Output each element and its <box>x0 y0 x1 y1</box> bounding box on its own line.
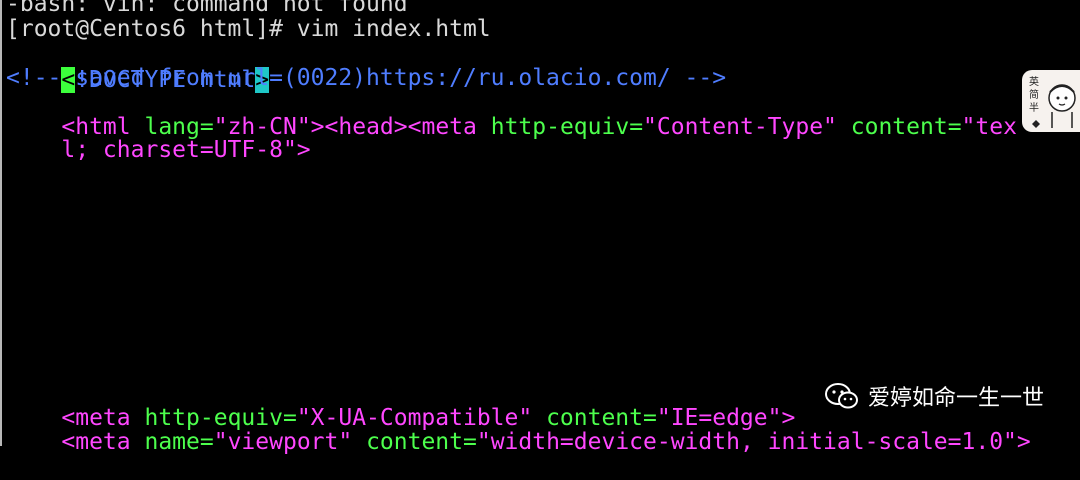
meta-attr-content: content= <box>352 429 477 455</box>
meta-value-content-start: "tex <box>961 114 1017 140</box>
code-line-wrapped: l; charset=UTF-8"> <box>6 113 310 163</box>
meta-value-content-end: l; charset=UTF-8" <box>61 137 297 163</box>
meta-value-viewport: "viewport" <box>213 429 353 455</box>
wechat-icon <box>824 381 860 411</box>
terminal-line-error: -bash: vin: command not found <box>6 0 408 17</box>
wechat-watermark: 爱婷如命一生一世 <box>824 381 1044 411</box>
head-tag: <head> <box>324 114 408 140</box>
meta-tag-close: > <box>1016 429 1031 455</box>
code-line-comment: <!-- saved from url=(0022)https://ru.ola… <box>6 65 727 91</box>
terminal-line-prompt: [root@Centos6 html]# vim index.html <box>6 16 491 42</box>
html-tag-close: > <box>310 114 325 140</box>
cartoon-face-icon <box>1032 84 1076 128</box>
code-line-html: <html lang="zh-CN"><head><meta http-equi… <box>6 90 1017 140</box>
meta-tag-open: <meta <box>407 114 491 140</box>
meta-tag-close: > <box>296 137 311 163</box>
meta-value-width: "width=device-width, initial-scale=1.0" <box>476 429 1017 455</box>
meta-value-content-type: "Content-Type" <box>643 114 837 140</box>
meta-attr-name: name= <box>144 429 214 455</box>
code-line-ua-compatible: <meta http-equiv="X-UA-Compatible" conte… <box>6 381 795 431</box>
watermark-text: 爱婷如命一生一世 <box>867 386 1044 411</box>
meta-attr-content: content= <box>836 114 962 140</box>
sticker-badge[interactable]: 英简半 <box>1022 70 1080 132</box>
meta-tag-open: <meta <box>61 429 145 455</box>
meta-attr-http-equiv: http-equiv= <box>490 114 644 140</box>
